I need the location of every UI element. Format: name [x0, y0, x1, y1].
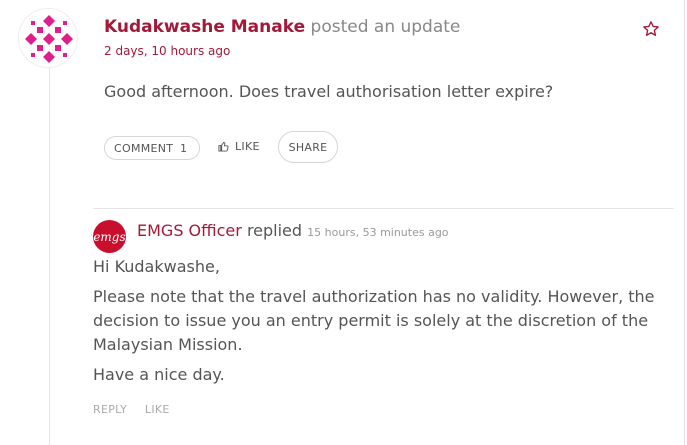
share-button-label: SHARE [288, 140, 328, 154]
comment-button-label: COMMENT [114, 141, 174, 155]
like-button-label: LIKE [235, 140, 260, 153]
reply-paragraph: Hi Kudakwashe, [93, 257, 220, 276]
reply-author-link[interactable]: EMGS Officer [137, 221, 242, 240]
reply-paragraph: Have a nice day. [93, 365, 225, 384]
post-content: Good afternoon. Does travel authorisatio… [104, 82, 554, 101]
comment-count: 1 [180, 142, 188, 155]
reply-avatar[interactable]: emgs [93, 220, 126, 253]
comment-button[interactable]: COMMENT 1 [104, 136, 200, 160]
reply-button[interactable]: REPLY [93, 403, 127, 416]
post-timestamp-link[interactable]: 2 days, 10 hours ago [104, 44, 230, 58]
reply-paragraph: Please note that the travel authorizatio… [93, 287, 655, 354]
post-header: Kudakwashe Manake posted an update [104, 17, 460, 37]
reply-timestamp: 15 hours, 53 minutes ago [307, 226, 449, 239]
reply-avatar-logo: emgs [93, 229, 126, 244]
avatar[interactable] [18, 8, 78, 68]
reply-action-text: replied [246, 221, 303, 240]
share-button[interactable]: SHARE [278, 131, 338, 163]
author-name-link[interactable]: Kudakwashe Manake [104, 17, 305, 37]
thumbs-up-icon [218, 141, 229, 152]
divider [93, 208, 674, 209]
star-outline-icon[interactable] [642, 20, 660, 38]
thread-line [49, 68, 50, 445]
reply-header: EMGS Officer replied 15 hours, 53 minute… [137, 221, 449, 240]
like-button[interactable]: LIKE [218, 140, 260, 153]
frame-border [684, 0, 685, 445]
reply-actions: REPLY LIKE [93, 403, 184, 416]
reply-like-button[interactable]: LIKE [145, 403, 170, 416]
post-action-text: posted an update [310, 17, 461, 37]
reply-content: Hi Kudakwashe, Please note that the trav… [93, 255, 673, 393]
